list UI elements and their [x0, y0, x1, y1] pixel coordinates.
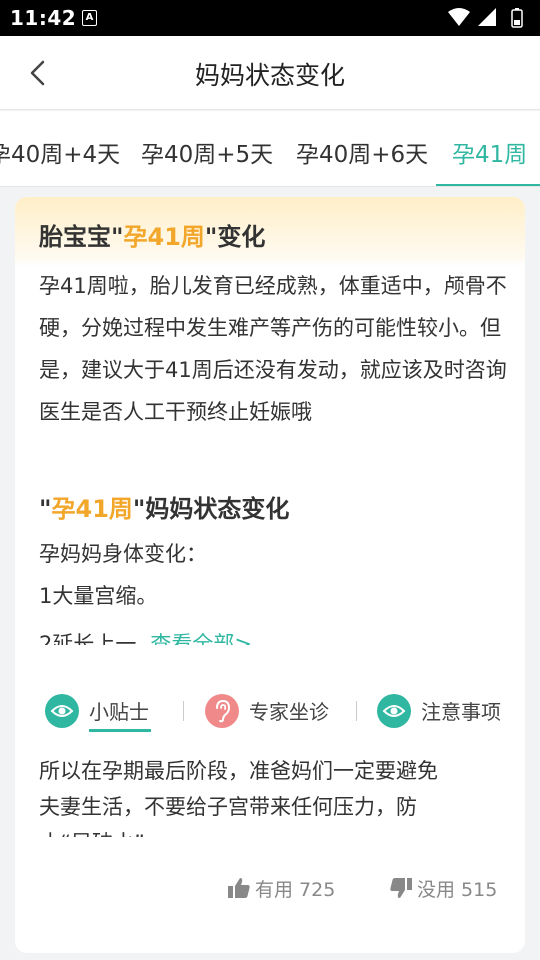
subtab-tips[interactable]: 小贴士 [45, 691, 175, 732]
useful-button[interactable]: 有用 725 [227, 872, 347, 904]
status-bar: 11:42 A [0, 0, 540, 36]
view-all-link[interactable]: 查看全部> [150, 632, 252, 645]
app-header: 妈妈状态变化 [0, 36, 540, 110]
tab-week-40-4[interactable]: 孕40周+4天 [0, 135, 120, 169]
useless-button[interactable]: 没用 515 [389, 872, 509, 904]
wifi-icon [448, 8, 470, 26]
mom-change-text: 孕妈妈身体变化： 1大量宫缩。 2延长上一 查看全部> [39, 533, 509, 645]
eye-icon [45, 694, 79, 728]
mom-line: 1大量宫缩。 [39, 584, 158, 608]
status-time: 11:42 [10, 6, 77, 30]
divider [183, 701, 184, 721]
mom-line: 2延长上一 查看全部> [39, 623, 509, 645]
mom-title-prefix: " [39, 495, 52, 523]
tip-text: 所以在孕期最后阶段，准爸妈们一定要避免 夫妻生活，不要给子宫带来任何压力，防 止… [39, 753, 509, 837]
mom-title-week: 孕41周 [51, 495, 133, 523]
mom-change-title: "孕41周"妈妈状态变化 [39, 489, 289, 524]
divider [356, 701, 357, 721]
tip-line: 夫妻生活，不要给子宫带来任何压力，防 [39, 795, 417, 819]
eye-icon [377, 694, 411, 728]
tab-week-40-6[interactable]: 孕40周+6天 [296, 135, 428, 169]
page-title: 妈妈状态变化 [194, 61, 345, 90]
baby-title-week: 孕41周 [123, 223, 205, 251]
subtab-notes[interactable]: 注意事项 [377, 691, 517, 731]
tip-line: 止“早破水” [39, 825, 509, 837]
signal-icon [478, 8, 496, 26]
info-subtabs: 小贴士 专家坐诊 注意事项 [15, 691, 525, 732]
content-card: 胎宝宝"孕41周"变化 孕41周啦，胎儿发育已经成熟，体重适中，颅骨不硬，分娩过… [15, 197, 525, 953]
tab-week-40-5[interactable]: 孕40周+5天 [141, 135, 273, 169]
battery-icon [511, 8, 523, 28]
week-tabs: 孕40周+4天 孕40周+5天 孕40周+6天 孕41周 [0, 111, 540, 187]
thumbs-down-icon [390, 878, 412, 898]
mom-line: 孕妈妈身体变化： [39, 542, 207, 566]
mom-title-suffix: "妈妈状态变化 [132, 495, 290, 523]
thumbs-up-icon [228, 878, 250, 898]
status-icons [446, 8, 530, 28]
baby-title-suffix: "变化 [204, 223, 266, 251]
active-tab-indicator [436, 184, 540, 186]
subtab-expert-label: 专家坐诊 [249, 700, 329, 724]
baby-change-title: 胎宝宝"孕41周"变化 [39, 217, 265, 252]
subtab-notes-label: 注意事项 [421, 700, 501, 724]
subtab-expert[interactable]: 专家坐诊 [205, 691, 345, 731]
useless-count: 没用 515 [417, 879, 498, 901]
baby-change-text: 孕41周啦，胎儿发育已经成熟，体重适中，颅骨不硬，分娩过程中发生难产等产伤的可能… [39, 274, 507, 424]
baby-title-prefix: 胎宝宝" [39, 223, 124, 251]
tab-week-41[interactable]: 孕41周 [452, 135, 527, 169]
feedback-row: 有用 725 没用 515 [15, 872, 525, 904]
tip-line: 所以在孕期最后阶段，准爸妈们一定要避免 [39, 759, 438, 783]
useful-count: 有用 725 [255, 879, 336, 901]
active-subtab-indicator [89, 729, 151, 732]
mom-line-partial: 2延长上一 [39, 632, 137, 645]
subtab-tips-label: 小贴士 [89, 700, 149, 724]
ear-icon [205, 694, 239, 728]
notification-a-icon: A [82, 10, 97, 26]
